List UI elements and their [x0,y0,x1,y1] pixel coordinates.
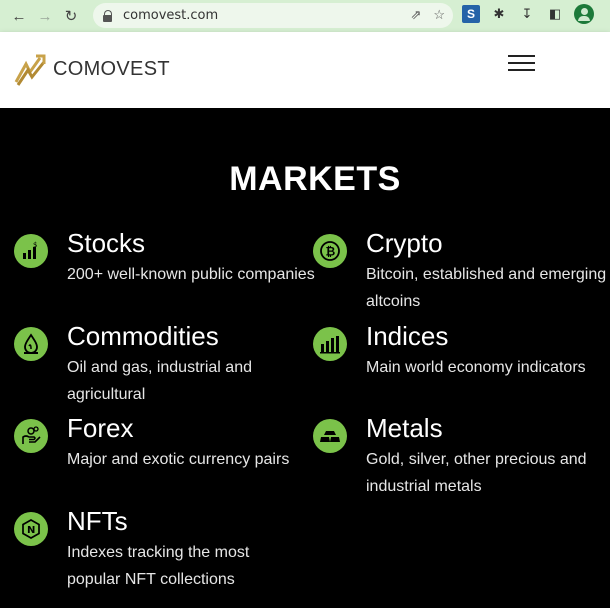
markets-section: MARKETS $ Stocks 200+ well-known public … [0,108,610,608]
logo-mark-icon [14,54,46,86]
svg-text:N: N [27,525,35,536]
gold-bars-icon [313,419,347,453]
market-item-title: Stocks [67,228,146,258]
market-item-title: Crypto [366,228,443,258]
hamburger-menu-icon[interactable] [508,54,535,72]
oil-drop-icon [14,327,48,361]
profile-avatar-icon[interactable] [574,4,594,24]
market-item-title: Indices [366,321,449,351]
side-panel-icon[interactable]: ◧ [546,5,564,23]
share-icon[interactable]: ⇗ [410,7,421,23]
hand-coins-icon [14,419,48,453]
market-item-title: Commodities [67,321,219,351]
forward-icon[interactable]: → [32,3,58,29]
bar-chart-icon [313,327,347,361]
nft-icon: N [14,512,48,546]
market-item-description: Major and exotic currency pairs [67,451,290,468]
bookmark-star-icon[interactable]: ☆ [433,7,445,23]
url-text[interactable]: comovest.com [123,8,218,23]
market-item-description: 200+ well-known public companies [67,266,315,283]
reload-icon[interactable]: ↻ [58,3,84,29]
market-item-title: Forex [67,413,134,443]
lock-icon[interactable] [103,9,113,22]
svg-text:$: $ [33,241,37,249]
market-item-description: Indexes tracking the most popular NFT co… [67,544,250,588]
market-item-description: Gold, silver, other precious and industr… [366,451,587,495]
bitcoin-icon: ₿ [313,234,347,268]
market-item-description: Bitcoin, established and emerging altcoi… [366,266,607,310]
market-item-description: Oil and gas, industrial and agricultural [67,359,252,403]
address-bar[interactable]: comovest.com ⇗ ☆ [93,3,453,28]
download-icon[interactable]: ↧ [518,5,536,23]
svg-text:₿: ₿ [326,245,336,259]
market-item-title: Metals [366,413,443,443]
stocks-chart-icon: $ [14,234,48,268]
s-extension-icon[interactable]: S [462,5,480,23]
logo-text: COMOVEST [53,57,170,80]
site-logo[interactable]: COMOVEST [14,52,170,86]
market-item-description: Main world economy indicators [366,359,586,376]
puzzle-extensions-icon[interactable]: ✱ [490,5,508,23]
market-item-title: NFTs [67,506,128,536]
menu-kebab-icon[interactable]: ⋮ [604,5,610,23]
back-icon[interactable]: ← [6,3,32,29]
site-header: COMOVEST [0,32,610,108]
section-title: MARKETS [229,160,401,198]
browser-toolbar: ← → ↻ comovest.com ⇗ ☆ S ✱ ↧ ◧ ⋮ [0,0,610,32]
